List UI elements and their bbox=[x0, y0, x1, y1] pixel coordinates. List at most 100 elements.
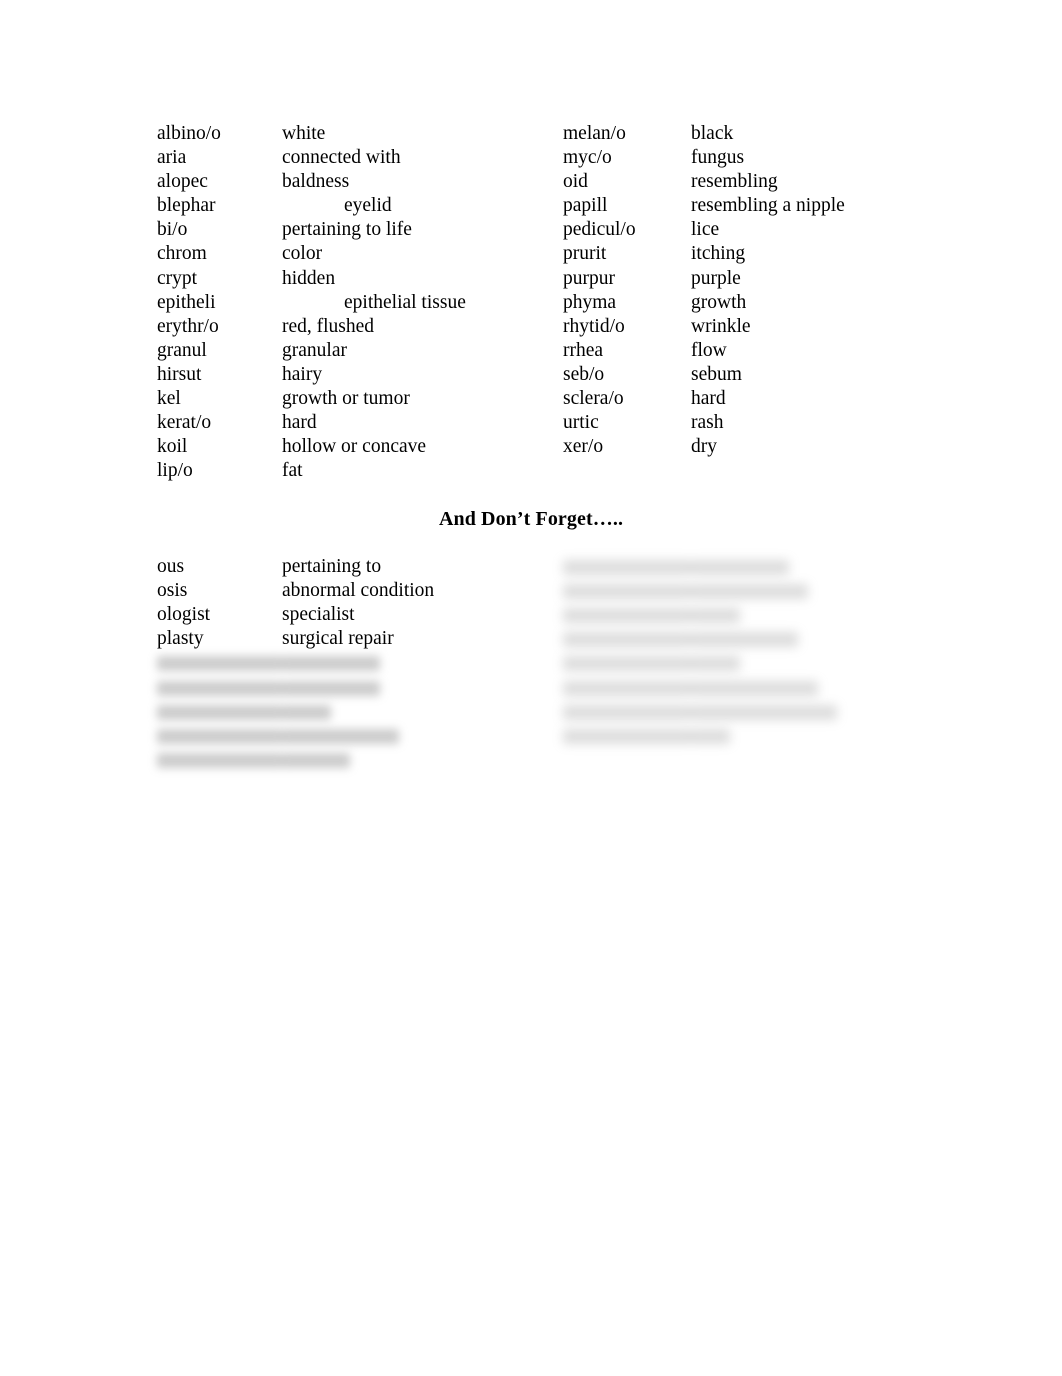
word-part-meaning bbox=[691, 560, 789, 576]
word-part-term bbox=[563, 608, 691, 624]
term-row: urtic rash bbox=[563, 411, 983, 435]
word-part-meaning: color bbox=[282, 243, 323, 265]
word-part-term: epitheli bbox=[157, 291, 216, 313]
word-part-meaning: resembling a nipple bbox=[691, 195, 845, 217]
word-part-meaning bbox=[282, 728, 399, 744]
term-row: alopec baldness bbox=[157, 170, 557, 194]
term-row: plasty surgical repair bbox=[157, 627, 557, 651]
term-row: seb/o sebum bbox=[563, 363, 983, 387]
section-heading: And Don’t Forget….. bbox=[438, 508, 624, 530]
word-part-term: myc/o bbox=[563, 147, 612, 169]
word-part-term bbox=[157, 752, 282, 768]
word-part-meaning: granular bbox=[282, 339, 347, 361]
word-part-term: ous bbox=[157, 556, 185, 577]
word-part-meaning: hollow or concave bbox=[282, 436, 427, 458]
word-part-meaning: fat bbox=[282, 460, 303, 482]
term-row: kerat/o hard bbox=[157, 411, 557, 435]
word-part-term: crypt bbox=[157, 267, 198, 289]
word-part-term: rrhea bbox=[563, 339, 604, 361]
document-page: albino/o white aria connected with alopec bal… bbox=[0, 0, 1062, 1376]
word-part-term: albino/o bbox=[157, 123, 221, 144]
word-part-term bbox=[157, 680, 282, 696]
word-part-meaning: epithelial tissue bbox=[344, 291, 466, 313]
word-part-term: aria bbox=[157, 147, 187, 169]
word-part-meaning: growth bbox=[691, 291, 747, 313]
word-part-term: seb/o bbox=[563, 363, 605, 385]
word-part-term bbox=[563, 704, 691, 720]
word-part-meaning: connected with bbox=[282, 147, 401, 169]
word-part-meaning bbox=[282, 656, 380, 672]
word-part-meaning bbox=[282, 680, 380, 696]
term-row bbox=[563, 555, 983, 579]
word-part-meaning: itching bbox=[691, 243, 746, 265]
term-row bbox=[563, 651, 983, 675]
term-row: chrom color bbox=[157, 242, 557, 266]
term-row: blephar eyelid bbox=[157, 194, 557, 218]
term-row: purpur purple bbox=[563, 267, 983, 291]
word-part-term bbox=[157, 704, 282, 720]
word-part-meaning: flow bbox=[691, 339, 727, 361]
word-part-meaning bbox=[691, 728, 730, 744]
word-part-meaning: specialist bbox=[282, 604, 355, 626]
term-row: aria connected with bbox=[157, 146, 557, 170]
word-part-term: papill bbox=[563, 195, 608, 217]
word-part-meaning: hard bbox=[282, 412, 317, 434]
term-row bbox=[563, 627, 983, 651]
word-part-meaning: white bbox=[282, 123, 326, 144]
word-part-meaning: resembling bbox=[691, 171, 778, 193]
word-part-meaning: abnormal condition bbox=[282, 580, 435, 602]
word-part-meaning: baldness bbox=[282, 171, 350, 193]
term-row: crypt hidden bbox=[157, 267, 557, 291]
term-row: myc/o fungus bbox=[563, 146, 983, 170]
term-row: lip/o fat bbox=[157, 459, 557, 483]
word-part-meaning: hard bbox=[691, 388, 726, 410]
word-part-term: oid bbox=[563, 171, 588, 193]
term-row: rrhea flow bbox=[563, 339, 983, 363]
term-row bbox=[157, 748, 557, 772]
term-row: granul granular bbox=[157, 339, 557, 363]
word-part-meaning: pertaining to life bbox=[282, 219, 412, 241]
word-part-meaning: wrinkle bbox=[691, 315, 751, 337]
term-row bbox=[563, 675, 983, 699]
word-part-term: xer/o bbox=[563, 436, 604, 458]
word-part-meaning: hairy bbox=[282, 363, 323, 385]
term-row: sclera/o hard bbox=[563, 387, 983, 411]
word-part-meaning bbox=[691, 704, 838, 720]
word-part-meaning: hidden bbox=[282, 267, 336, 289]
word-part-term: ologist bbox=[157, 604, 211, 626]
word-part-term: urtic bbox=[563, 412, 599, 434]
word-part-term: koil bbox=[157, 436, 188, 458]
term-row bbox=[563, 700, 983, 724]
word-part-term bbox=[563, 728, 691, 744]
word-part-meaning: pertaining to bbox=[282, 556, 382, 577]
term-row bbox=[157, 724, 557, 748]
term-row: koil hollow or concave bbox=[157, 435, 557, 459]
word-part-term bbox=[563, 584, 691, 600]
word-part-term bbox=[563, 632, 691, 648]
word-part-meaning bbox=[282, 704, 331, 720]
word-part-term: osis bbox=[157, 580, 188, 602]
word-part-meaning: red, flushed bbox=[282, 315, 375, 337]
word-part-term: bi/o bbox=[157, 219, 188, 241]
glossary-bottom-right-column bbox=[563, 555, 983, 748]
term-row: ologist specialist bbox=[157, 603, 557, 627]
word-part-meaning: black bbox=[691, 123, 734, 144]
term-row: papill resembling a nipple bbox=[563, 194, 983, 218]
word-part-meaning bbox=[691, 656, 740, 672]
term-row: bi/o pertaining to life bbox=[157, 218, 557, 242]
term-row bbox=[563, 603, 983, 627]
word-part-meaning bbox=[691, 680, 818, 696]
term-row: kel growth or tumor bbox=[157, 387, 557, 411]
word-part-term bbox=[563, 680, 691, 696]
word-part-meaning: sebum bbox=[691, 363, 742, 385]
word-part-term: kel bbox=[157, 388, 181, 410]
term-row: erythr/o red, flushed bbox=[157, 315, 557, 339]
word-part-meaning: growth or tumor bbox=[282, 388, 410, 410]
word-part-term: hirsut bbox=[157, 363, 202, 385]
word-part-meaning bbox=[691, 608, 740, 624]
term-row bbox=[563, 724, 983, 748]
word-part-term: rhytid/o bbox=[563, 315, 625, 337]
term-row: pedicul/o lice bbox=[563, 218, 983, 242]
word-part-term bbox=[157, 728, 282, 744]
word-part-meaning: eyelid bbox=[344, 195, 392, 217]
